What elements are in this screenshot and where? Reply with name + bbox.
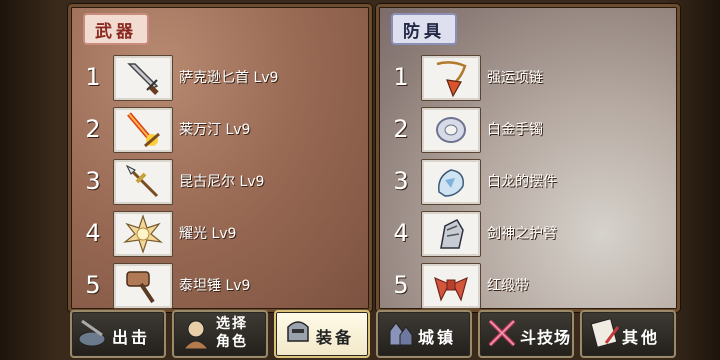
item-name: 强运项链 xyxy=(487,70,543,86)
slot-number: 3 xyxy=(393,167,409,195)
hammer-icon xyxy=(113,263,173,309)
armor-row[interactable]: 2 白金手镯 xyxy=(379,107,677,155)
slot-number: 2 xyxy=(393,115,409,143)
armor-row[interactable]: 5 红缎带 xyxy=(379,263,677,309)
tab-equipment[interactable]: 装备 xyxy=(274,310,370,358)
weapon-row[interactable]: 2 莱万汀 Lv9 xyxy=(71,107,369,155)
slot-number: 1 xyxy=(85,63,101,91)
arena-icon xyxy=(488,319,516,347)
bottom-tab-bar: 出击 选择 角色 装备 城镇 斗技场 其他 xyxy=(70,310,676,358)
weapon-row[interactable]: 1 萨克逊匕首 Lv9 xyxy=(71,55,369,103)
tab-label: 其他 xyxy=(622,328,661,347)
slot-number: 1 xyxy=(393,63,409,91)
necklace-icon xyxy=(421,55,481,101)
sun-orb-icon xyxy=(113,211,173,257)
armor-row[interactable]: 3 白龙的摆件 xyxy=(379,159,677,207)
tab-label: 斗技场 xyxy=(520,328,572,347)
tab-sortie[interactable]: 出击 xyxy=(70,310,166,358)
gauntlet-icon xyxy=(421,211,481,257)
item-name: 耀光 Lv9 xyxy=(179,226,237,242)
item-name: 白龙的摆件 xyxy=(487,174,557,190)
tab-label: 城镇 xyxy=(418,328,457,347)
armor-panel: 防具 1 强运项链 2 白金手镯 3 白龙的摆件 4 剑神之护臂 5 红缎带 xyxy=(376,4,680,312)
tab-arena[interactable]: 斗技场 xyxy=(478,310,574,358)
bracelet-icon xyxy=(421,107,481,153)
tab-select-character[interactable]: 选择 角色 xyxy=(172,310,268,358)
weapon-row[interactable]: 4 耀光 Lv9 xyxy=(71,211,369,259)
tab-label: 选择 角色 xyxy=(216,316,248,350)
spear-icon xyxy=(113,159,173,205)
item-name: 剑神之护臂 xyxy=(487,226,557,242)
tab-label: 出击 xyxy=(112,328,151,347)
slot-number: 4 xyxy=(393,219,409,247)
item-name: 泰坦锤 Lv9 xyxy=(179,278,251,294)
dragon-ornament-icon xyxy=(421,159,481,205)
weapons-panel: 武器 1 萨克逊匕首 Lv9 2 莱万汀 Lv9 3 昆古尼尔 Lv9 4 耀光… xyxy=(68,4,372,312)
slot-number: 5 xyxy=(85,271,101,299)
item-name: 红缎带 xyxy=(487,278,529,294)
armor-row[interactable]: 4 剑神之护臂 xyxy=(379,211,677,259)
slot-number: 5 xyxy=(393,271,409,299)
armor-title: 防具 xyxy=(391,13,457,45)
equipment-icon xyxy=(287,321,309,342)
weapon-row[interactable]: 3 昆古尼尔 Lv9 xyxy=(71,159,369,207)
town-icon xyxy=(389,322,413,346)
tab-town[interactable]: 城镇 xyxy=(376,310,472,358)
dagger-icon xyxy=(113,55,173,101)
item-name: 萨克逊匕首 Lv9 xyxy=(179,70,279,86)
flame-sword-icon xyxy=(113,107,173,153)
weapons-title: 武器 xyxy=(83,13,149,45)
slot-number: 2 xyxy=(85,115,101,143)
tab-other[interactable]: 其他 xyxy=(580,310,676,358)
red-ribbon-icon xyxy=(421,263,481,309)
character-icon xyxy=(182,320,210,350)
item-name: 昆古尼尔 Lv9 xyxy=(179,174,265,190)
slot-number: 4 xyxy=(85,219,101,247)
other-icon xyxy=(590,318,620,348)
item-name: 莱万汀 Lv9 xyxy=(179,122,251,138)
slot-number: 3 xyxy=(85,167,101,195)
weapon-row[interactable]: 5 泰坦锤 Lv9 xyxy=(71,263,369,309)
armor-row[interactable]: 1 强运项链 xyxy=(379,55,677,103)
sortie-icon xyxy=(78,319,106,347)
item-name: 白金手镯 xyxy=(487,122,543,138)
tab-label: 装备 xyxy=(316,328,355,347)
